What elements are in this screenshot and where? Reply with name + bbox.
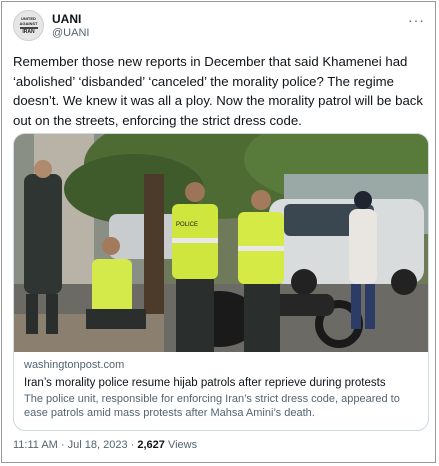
- account-handle[interactable]: @UANI: [52, 27, 89, 39]
- tweet-header: UNITED AGAINST IRAN UANI @UANI ···: [13, 10, 427, 42]
- tweet-date[interactable]: Jul 18, 2023: [68, 439, 128, 451]
- account-name[interactable]: UANI: [52, 12, 81, 26]
- tweet-container: UNITED AGAINST IRAN UANI @UANI ··· Remem…: [1, 1, 436, 463]
- avatar[interactable]: UNITED AGAINST IRAN: [13, 10, 44, 41]
- tweet-text: Remember those new reports in December t…: [13, 54, 423, 128]
- avatar-line: IRAN: [22, 29, 35, 35]
- vest-label: POLICE: [176, 222, 198, 228]
- avatar-line: AGAINST: [19, 21, 38, 26]
- card-info: washingtonpost.com Iran’s morality polic…: [24, 358, 422, 420]
- views-label: Views: [167, 439, 198, 451]
- tweet-time[interactable]: 11:11 AM: [13, 439, 58, 451]
- meta-separator: ·: [60, 439, 65, 451]
- card-domain: washingtonpost.com: [24, 359, 125, 371]
- article-photo: POLICE: [14, 134, 428, 352]
- views-count[interactable]: 2,627: [137, 439, 165, 451]
- meta-separator: ·: [130, 439, 135, 451]
- card-description: The police unit, responsible for enforci…: [24, 393, 400, 419]
- tweet-meta: 11:11 AM · Jul 18, 2023 · 2,627 Views: [13, 439, 197, 451]
- more-horizontal-icon[interactable]: ···: [408, 12, 425, 28]
- card-title[interactable]: Iran’s morality police resume hijab patr…: [24, 375, 422, 391]
- link-card[interactable]: POLICE washingtonpost.com Iran’s moralit…: [13, 133, 429, 431]
